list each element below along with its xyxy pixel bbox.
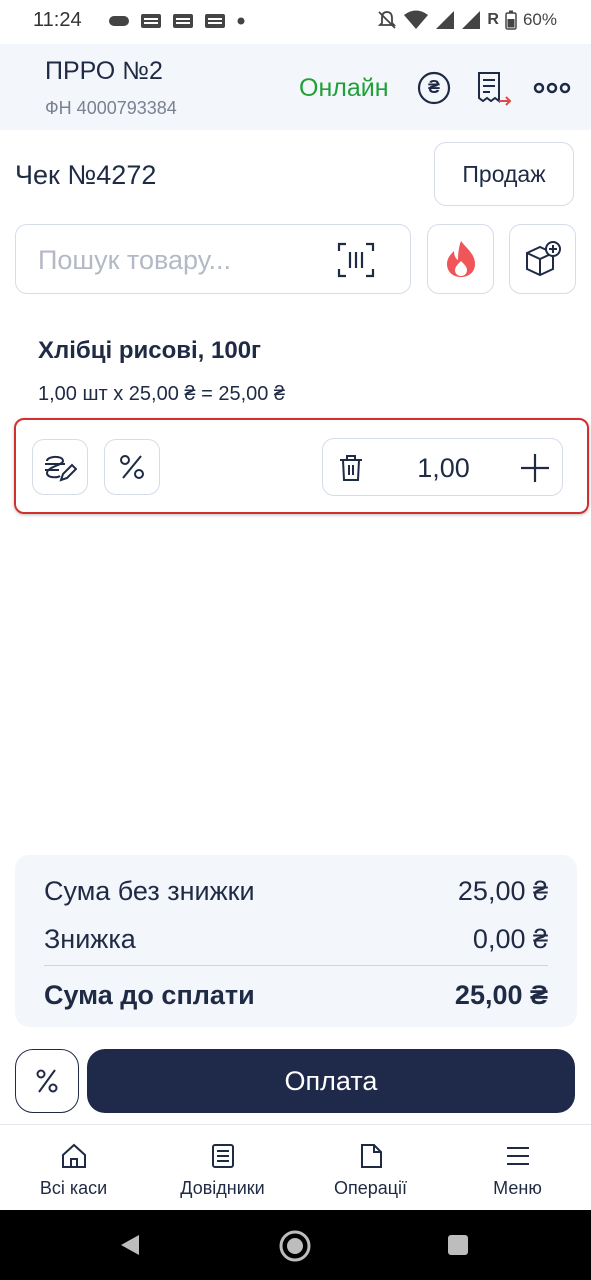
signal-icon [462, 11, 481, 29]
receipt-discount-button[interactable] [15, 1049, 79, 1113]
nav-menu[interactable]: Меню [444, 1125, 591, 1211]
system-home-button[interactable] [278, 1229, 312, 1263]
item-actions-row: 1,00 [14, 418, 589, 514]
edit-price-button[interactable] [32, 439, 88, 495]
nav-directories[interactable]: Довідники [149, 1125, 296, 1211]
wifi-icon [404, 10, 429, 29]
connection-status: Онлайн [299, 74, 389, 102]
dot-icon [237, 17, 245, 25]
battery-level: 60% [522, 10, 557, 29]
notification-icon [173, 14, 193, 28]
notification-icon [141, 14, 161, 28]
item-calculation: 1,00 шт x 25,00 ₴ = 25,00 ₴ [38, 383, 286, 405]
system-recents-button[interactable] [447, 1234, 469, 1256]
home-icon [61, 1143, 86, 1168]
package-add-icon [525, 241, 561, 277]
percent-icon [120, 455, 144, 479]
percent-icon [36, 1069, 58, 1093]
fiscal-number: ФН 4000793384 [45, 98, 177, 118]
nav-label: Всі каси [39, 1178, 108, 1198]
bottom-navigation: Всі каси Довідники Операції Меню [0, 1124, 591, 1210]
more-options-button[interactable] [532, 68, 572, 108]
nav-label: Операції [333, 1178, 408, 1198]
subtotal-label: Сума без знижки [44, 876, 255, 906]
subtotal-row: Сума без знижки 25,00 ₴ [44, 876, 548, 907]
system-navigation-bar [0, 1210, 591, 1280]
roaming-indicator: R [487, 11, 499, 28]
currency-button[interactable]: ₴ [414, 68, 454, 108]
item-discount-button[interactable] [104, 439, 160, 495]
popular-products-button[interactable] [427, 224, 494, 294]
search-placeholder: Пошук товару... [38, 245, 232, 275]
notification-icons [108, 13, 246, 29]
total-label: Сума до сплати [44, 980, 255, 1010]
system-back-button[interactable] [118, 1233, 142, 1257]
nav-label: Меню [493, 1178, 542, 1198]
battery-icon [505, 10, 517, 30]
fire-icon [446, 241, 475, 277]
receipt-summary: Сума без знижки 25,00 ₴ Знижка 0,00 ₴ Су… [15, 855, 577, 1027]
summary-divider [44, 965, 548, 966]
more-horizontal-icon [533, 82, 571, 94]
list-icon [211, 1144, 234, 1168]
plus-icon [521, 454, 549, 482]
nav-all-registers[interactable]: Всі каси [0, 1125, 147, 1211]
barcode-scan-button[interactable] [336, 240, 376, 280]
add-product-button[interactable] [509, 224, 576, 294]
status-bar: 11:24 R 60% [0, 0, 591, 44]
total-value: 25,00 ₴ [454, 980, 548, 1010]
edit-price-icon [45, 455, 77, 482]
status-time: 11:24 [33, 9, 82, 31]
subtotal-value: 25,00 ₴ [457, 876, 548, 906]
menu-icon [506, 1147, 529, 1165]
barcode-scan-icon [337, 242, 375, 278]
discount-row: Знижка 0,00 ₴ [44, 924, 548, 955]
discount-value: 0,00 ₴ [472, 924, 548, 954]
gamepad-icon [109, 16, 129, 26]
total-row: Сума до сплати 25,00 ₴ [44, 980, 548, 1011]
sale-mode-button[interactable]: Продаж [434, 142, 574, 206]
signal-icon [436, 11, 455, 29]
item-name: Хлібці рисові, 100г [38, 337, 262, 364]
nav-operations[interactable]: Операції [297, 1125, 444, 1211]
receipt-export-icon [478, 72, 512, 106]
recents-square-icon [448, 1235, 468, 1255]
quantity-stepper: 1,00 [322, 438, 563, 496]
receipt-title: Чек №4272 [15, 160, 157, 190]
bell-off-icon [378, 11, 397, 29]
nav-label: Довідники [180, 1178, 265, 1198]
currency-symbol: ₴ [427, 77, 440, 97]
device-title: ПРРО №2 [45, 57, 163, 85]
increase-quantity-button[interactable] [520, 453, 550, 483]
product-search-input[interactable]: Пошук товару... [15, 224, 411, 294]
pay-button[interactable]: Оплата [87, 1049, 575, 1113]
notification-icon [205, 14, 225, 28]
home-circle-icon [279, 1230, 311, 1262]
status-right: R 60% [377, 10, 557, 30]
back-triangle-icon [121, 1235, 139, 1255]
receipt-export-button[interactable] [472, 68, 512, 108]
discount-label: Знижка [44, 924, 136, 954]
document-icon [360, 1144, 382, 1168]
